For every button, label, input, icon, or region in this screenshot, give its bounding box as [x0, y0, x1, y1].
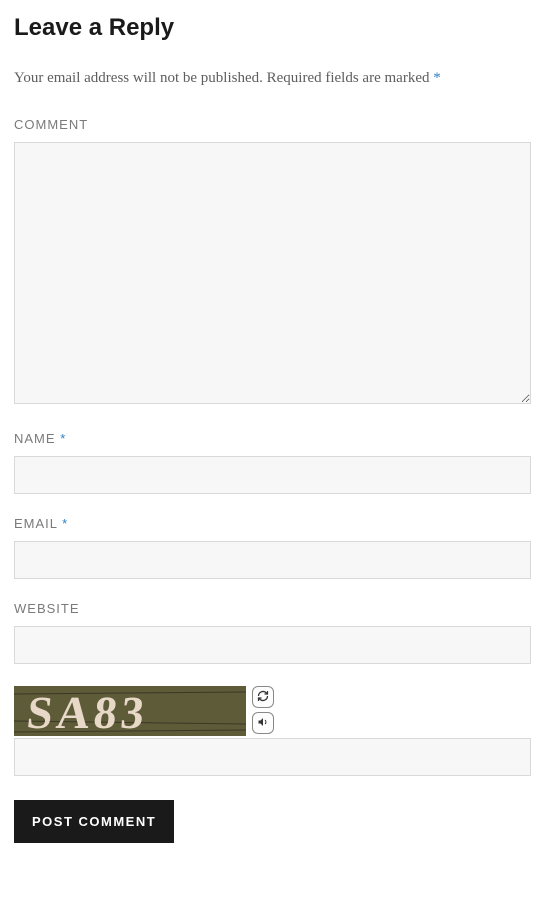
notice-asterisk: *	[433, 70, 441, 86]
captcha-row: SA83	[14, 686, 531, 736]
website-field-group: WEBSITE	[14, 601, 531, 664]
name-label-text: NAME	[14, 431, 56, 446]
name-input[interactable]	[14, 456, 531, 494]
name-label: NAME *	[14, 431, 531, 446]
captcha-refresh-button[interactable]	[252, 686, 274, 708]
refresh-icon	[257, 690, 269, 705]
name-field-group: NAME *	[14, 431, 531, 494]
comment-textarea[interactable]	[14, 142, 531, 404]
email-label: EMAIL *	[14, 516, 531, 531]
notice-text-2: Required fields are marked	[267, 70, 430, 86]
email-field-group: EMAIL *	[14, 516, 531, 579]
website-input[interactable]	[14, 626, 531, 664]
captcha-audio-button[interactable]	[252, 712, 274, 734]
email-asterisk: *	[62, 516, 68, 531]
captcha-buttons	[252, 686, 274, 734]
email-label-text: EMAIL	[14, 516, 58, 531]
email-input[interactable]	[14, 541, 531, 579]
svg-text:SA83: SA83	[25, 687, 151, 736]
speaker-icon	[257, 716, 269, 731]
name-asterisk: *	[60, 431, 66, 446]
email-notice: Your email address will not be published…	[14, 70, 531, 87]
captcha-image: SA83	[14, 686, 246, 736]
comment-field-group: COMMENT	[14, 117, 531, 409]
reply-heading: Leave a Reply	[14, 14, 531, 42]
notice-text-1: Your email address will not be published…	[14, 70, 263, 86]
website-label: WEBSITE	[14, 601, 531, 616]
captcha-input[interactable]	[14, 738, 531, 776]
comment-label: COMMENT	[14, 117, 531, 132]
post-comment-button[interactable]: POST COMMENT	[14, 800, 174, 843]
